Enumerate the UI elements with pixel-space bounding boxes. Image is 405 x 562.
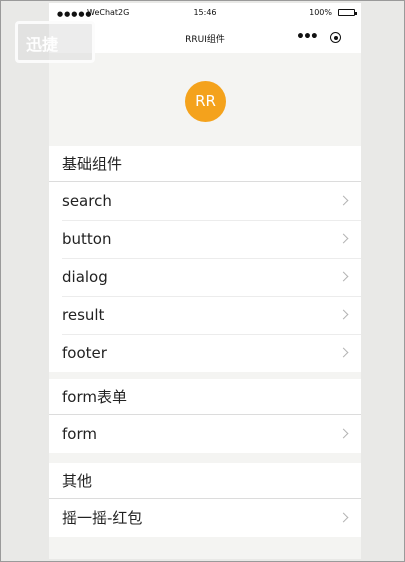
chevron-right-icon bbox=[338, 195, 349, 206]
list-item-label: 摇一摇-红包 bbox=[62, 509, 143, 527]
group-basic-components: 基础组件 search button dialog result footer bbox=[49, 146, 361, 372]
group-header: 基础组件 bbox=[49, 146, 361, 182]
list-item-label: form bbox=[62, 425, 97, 443]
chevron-right-icon bbox=[338, 271, 349, 282]
list-item-result[interactable]: result bbox=[49, 296, 361, 334]
list-item-button[interactable]: button bbox=[49, 220, 361, 258]
chevron-right-icon bbox=[338, 233, 349, 244]
chevron-right-icon bbox=[338, 347, 349, 358]
watermark-logo: 迅捷 bbox=[15, 21, 95, 63]
list-item-shake-red-packet[interactable]: 摇一摇-红包 bbox=[49, 499, 361, 537]
group-header: form表单 bbox=[49, 379, 361, 415]
list-item-label: search bbox=[62, 192, 112, 210]
group-form: form表单 form bbox=[49, 379, 361, 453]
list-item-label: result bbox=[62, 306, 105, 324]
battery-percent: 100% bbox=[309, 8, 332, 17]
list-item-form[interactable]: form bbox=[49, 415, 361, 453]
circle-close-icon[interactable] bbox=[330, 32, 341, 43]
group-other: 其他 摇一摇-红包 bbox=[49, 463, 361, 537]
chevron-right-icon bbox=[338, 512, 349, 523]
chevron-right-icon bbox=[338, 309, 349, 320]
battery-icon bbox=[338, 9, 357, 16]
screenshot-frame: 迅捷 ●●●●● WeChat2G 15:46 100% RRUI组件 ••• … bbox=[0, 0, 405, 562]
list-item-label: dialog bbox=[62, 268, 108, 286]
list-item-footer[interactable]: footer bbox=[49, 334, 361, 372]
phone-screen: ●●●●● WeChat2G 15:46 100% RRUI组件 ••• RR … bbox=[49, 3, 361, 559]
list-item-label: button bbox=[62, 230, 112, 248]
chevron-right-icon bbox=[338, 428, 349, 439]
status-bar: ●●●●● WeChat2G 15:46 100% bbox=[49, 3, 361, 23]
avatar: RR bbox=[185, 81, 226, 122]
list-item-search[interactable]: search bbox=[49, 182, 361, 220]
list-item-dialog[interactable]: dialog bbox=[49, 258, 361, 296]
nav-bar: RRUI组件 ••• bbox=[49, 23, 361, 53]
list-item-label: footer bbox=[62, 344, 107, 362]
group-header: 其他 bbox=[49, 463, 361, 499]
more-dots-icon[interactable]: ••• bbox=[296, 29, 319, 45]
